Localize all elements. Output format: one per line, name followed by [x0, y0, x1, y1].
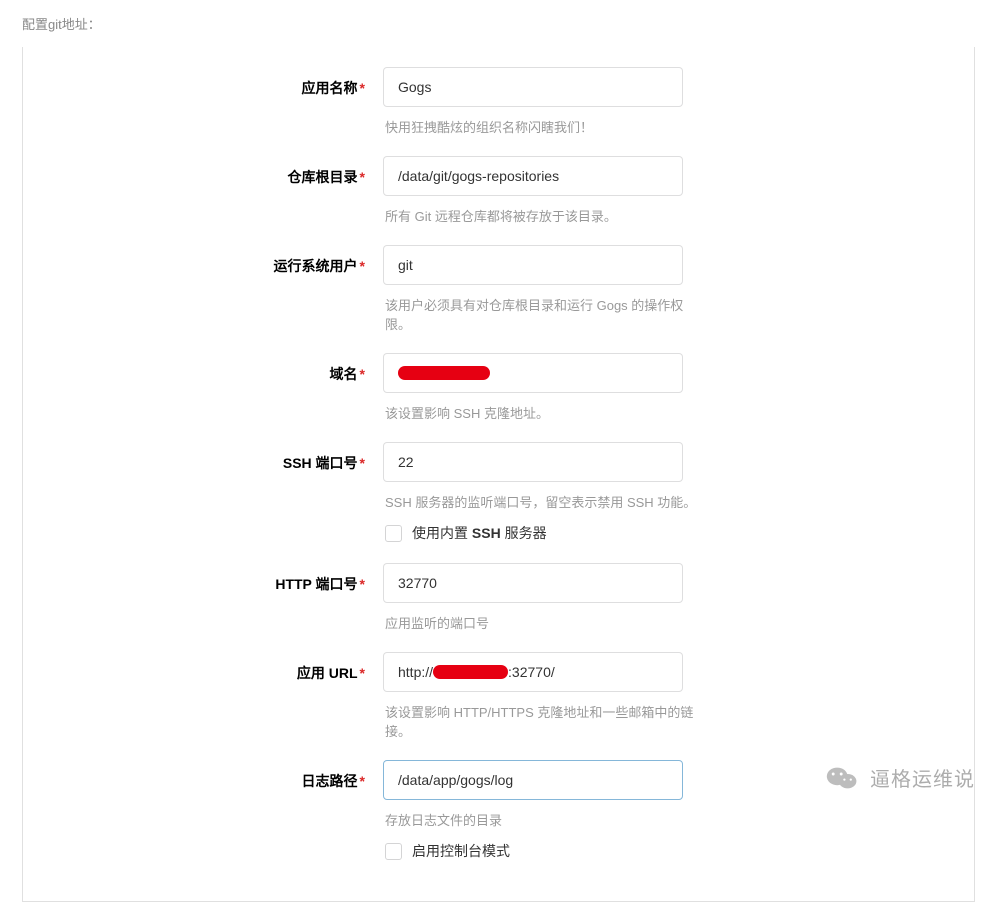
checkbox-label-console: 启用控制台模式 — [412, 841, 510, 861]
label-run-user: 运行系统用户* — [23, 245, 383, 276]
label-repo-root: 仓库根目录* — [23, 156, 383, 187]
input-run-user[interactable] — [383, 245, 683, 285]
row-domain: 域名* 该设置影响 SSH 克隆地址。 — [23, 343, 974, 432]
checkbox-box-icon — [385, 525, 402, 542]
row-http-port: HTTP 端口号* 应用监听的端口号 — [23, 553, 974, 642]
label-app-name: 应用名称* — [23, 67, 383, 98]
checkbox-label-ssh: 使用内置 SSH 服务器 — [412, 523, 547, 543]
url-prefix: http:// — [398, 664, 433, 680]
input-app-name[interactable] — [383, 67, 683, 107]
checkbox-builtin-ssh[interactable]: 使用内置 SSH 服务器 — [385, 523, 703, 543]
label-app-url: 应用 URL* — [23, 652, 383, 683]
hint-ssh-port: SSH 服务器的监听端口号，留空表示禁用 SSH 功能。 — [385, 492, 703, 511]
checkbox-console-mode[interactable]: 启用控制台模式 — [385, 841, 703, 861]
hint-repo-root: 所有 Git 远程仓库都将被存放于该目录。 — [385, 206, 703, 225]
watermark: 逼格运维说 — [826, 763, 975, 792]
redaction-icon — [433, 665, 508, 679]
hint-run-user: 该用户必须具有对仓库根目录和运行 Gogs 的操作权限。 — [385, 295, 703, 333]
input-domain[interactable] — [383, 353, 683, 393]
row-app-url: 应用 URL* http:// :32770/ 该设置影响 HTTP/HTTPS … — [23, 642, 974, 750]
row-repo-root: 仓库根目录* 所有 Git 远程仓库都将被存放于该目录。 — [23, 146, 974, 235]
hint-http-port: 应用监听的端口号 — [385, 613, 703, 632]
row-app-name: 应用名称* 快用狂拽酷炫的组织名称闪瞎我们！ — [23, 57, 974, 146]
input-http-port[interactable] — [383, 563, 683, 603]
input-repo-root[interactable] — [383, 156, 683, 196]
url-suffix: :32770/ — [508, 664, 555, 680]
row-ssh-port: SSH 端口号* SSH 服务器的监听端口号，留空表示禁用 SSH 功能。 使用… — [23, 432, 974, 553]
input-app-url[interactable]: http:// :32770/ — [383, 652, 683, 692]
row-run-user: 运行系统用户* 该用户必须具有对仓库根目录和运行 Gogs 的操作权限。 — [23, 235, 974, 343]
section-title: 配置git地址： — [22, 14, 975, 33]
checkbox-box-icon — [385, 843, 402, 860]
hint-domain: 该设置影响 SSH 克隆地址。 — [385, 403, 703, 422]
hint-app-url: 该设置影响 HTTP/HTTPS 克隆地址和一些邮箱中的链接。 — [385, 702, 703, 740]
wechat-icon — [826, 765, 858, 791]
watermark-text: 逼格运维说 — [870, 763, 975, 792]
label-ssh-port: SSH 端口号* — [23, 442, 383, 473]
input-log-path[interactable] — [383, 760, 683, 800]
label-log-path: 日志路径* — [23, 760, 383, 791]
input-ssh-port[interactable] — [383, 442, 683, 482]
redaction-icon — [398, 366, 490, 380]
hint-app-name: 快用狂拽酷炫的组织名称闪瞎我们！ — [385, 117, 703, 136]
label-http-port: HTTP 端口号* — [23, 563, 383, 594]
hint-log-path: 存放日志文件的目录 — [385, 810, 703, 829]
label-domain: 域名* — [23, 353, 383, 384]
